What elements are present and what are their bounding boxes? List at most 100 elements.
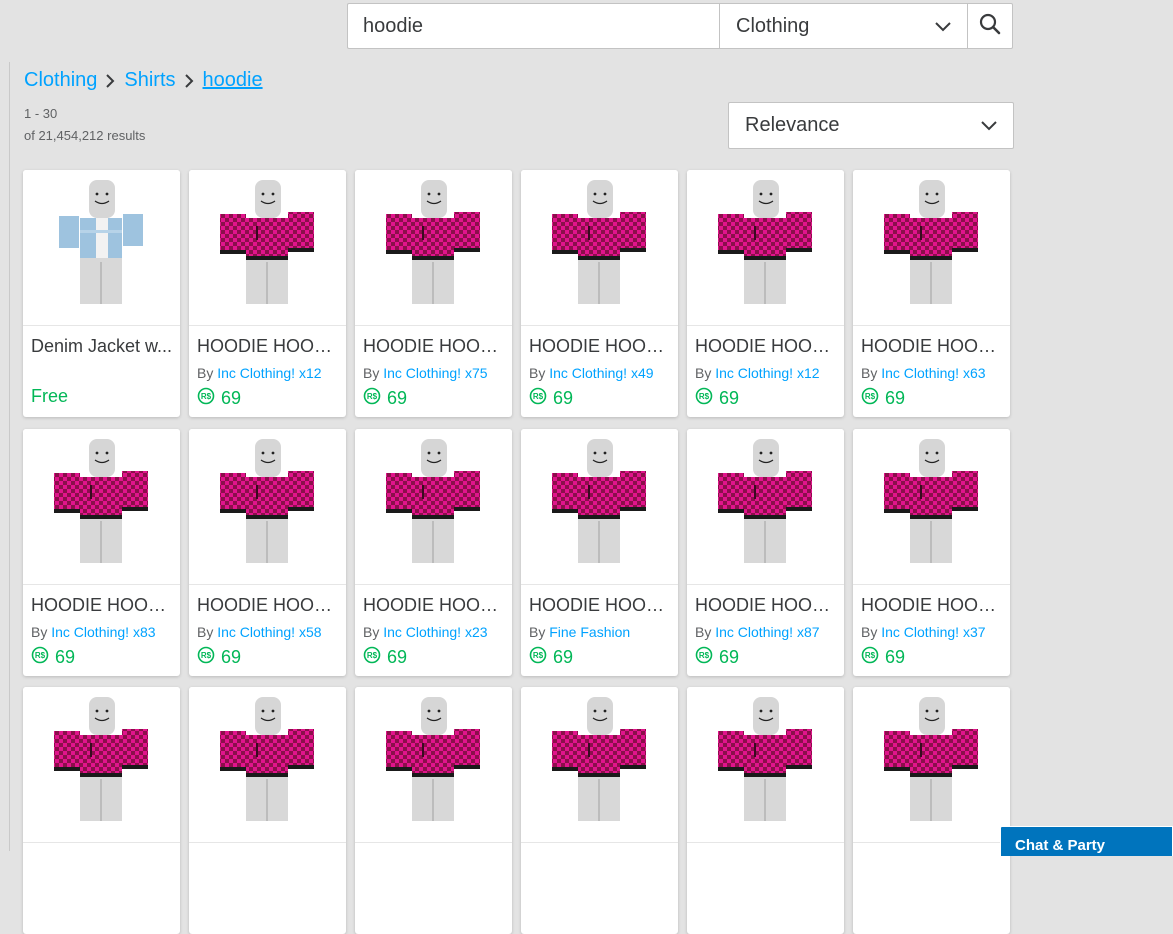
item-card[interactable]: HOODIE HOODI... By Inc Clothing! x83 R$ 69 (23, 429, 180, 676)
item-thumbnail[interactable] (355, 429, 512, 585)
item-thumbnail[interactable] (189, 429, 346, 585)
search-category-dropdown[interactable]: Clothing (719, 3, 967, 49)
chevron-down-icon (981, 114, 997, 137)
item-card[interactable] (189, 687, 346, 934)
creator-by-label: By (529, 365, 550, 381)
item-thumbnail[interactable] (23, 687, 180, 843)
robux-icon: R$ (31, 646, 49, 669)
item-name[interactable]: HOODIE HOODI... (695, 336, 838, 357)
svg-text:R$: R$ (35, 651, 46, 660)
item-thumbnail[interactable] (521, 687, 678, 843)
creator-link[interactable]: Inc Clothing! x23 (383, 624, 487, 640)
creator-by-label: By (861, 624, 882, 640)
svg-text:R$: R$ (533, 392, 544, 401)
item-thumbnail[interactable] (687, 429, 844, 585)
item-creator: By Inc Clothing! x49 (529, 365, 654, 381)
creator-by-label: By (197, 365, 218, 381)
breadcrumb-shirts[interactable]: Shirts (124, 69, 175, 92)
item-thumbnail[interactable] (687, 170, 844, 326)
item-name[interactable]: HOODIE HOODI... (529, 336, 672, 357)
item-thumbnail[interactable] (23, 170, 180, 326)
item-price: R$ 69 (695, 646, 739, 669)
item-thumbnail[interactable] (853, 687, 1010, 843)
item-thumbnail[interactable] (189, 687, 346, 843)
item-card[interactable]: HOODIE HOODI... By Inc Clothing! x23 R$ 69 (355, 429, 512, 676)
item-name[interactable]: HOODIE HOODI... (197, 595, 340, 616)
creator-by-label: By (695, 365, 716, 381)
item-creator: By Inc Clothing! x12 (197, 365, 322, 381)
search-category-label: Clothing (736, 14, 810, 37)
item-thumbnail[interactable] (521, 170, 678, 326)
item-name[interactable]: HOODIE HOODI... (363, 336, 506, 357)
item-card[interactable] (687, 687, 844, 934)
item-card[interactable]: HOODIE HOODI... By Inc Clothing! x12 R$ 69 (189, 170, 346, 417)
svg-text:R$: R$ (699, 651, 710, 660)
robux-icon: R$ (197, 387, 215, 410)
item-card[interactable] (355, 687, 512, 934)
item-thumbnail[interactable] (853, 170, 1010, 326)
item-card[interactable] (521, 687, 678, 934)
item-thumbnail[interactable] (189, 170, 346, 326)
item-thumbnail[interactable] (23, 429, 180, 585)
item-price: R$ 69 (363, 387, 407, 410)
creator-link[interactable]: Inc Clothing! x37 (881, 624, 985, 640)
svg-text:R$: R$ (533, 651, 544, 660)
item-creator: By Inc Clothing! x37 (861, 624, 986, 640)
item-thumbnail[interactable] (355, 687, 512, 843)
item-name[interactable]: HOODIE HOODI... (197, 336, 340, 357)
content-left-border (9, 62, 10, 851)
item-thumbnail[interactable] (687, 687, 844, 843)
robux-icon: R$ (363, 387, 381, 410)
creator-link[interactable]: Inc Clothing! x87 (715, 624, 819, 640)
item-card[interactable]: HOODIE HOODI... By Inc Clothing! x12 R$ 69 (687, 170, 844, 417)
search-input[interactable] (347, 3, 719, 49)
item-thumbnail[interactable] (355, 170, 512, 326)
item-creator: By Inc Clothing! x23 (363, 624, 488, 640)
item-card[interactable]: Denim Jacket w... Free (23, 170, 180, 417)
creator-link[interactable]: Fine Fashion (549, 624, 630, 640)
item-creator: By Inc Clothing! x58 (197, 624, 322, 640)
item-card[interactable]: HOODIE HOODI... By Inc Clothing! x49 R$ 69 (521, 170, 678, 417)
creator-by-label: By (861, 365, 882, 381)
sort-dropdown[interactable]: Relevance (728, 102, 1014, 149)
item-price: R$ 69 (695, 387, 739, 410)
item-card[interactable]: HOODIE HOODI... By Inc Clothing! x63 R$ 69 (853, 170, 1010, 417)
item-card[interactable]: HOODIE HOODI... By Inc Clothing! x37 R$ 69 (853, 429, 1010, 676)
item-name[interactable]: Denim Jacket w... (31, 336, 174, 357)
creator-link[interactable]: Inc Clothing! x49 (549, 365, 653, 381)
breadcrumb-hoodie[interactable]: hoodie (203, 69, 263, 92)
item-card[interactable]: HOODIE HOODI... By Inc Clothing! x58 R$ 69 (189, 429, 346, 676)
item-name[interactable]: HOODIE HOODI... (861, 595, 1004, 616)
price-value: 69 (387, 647, 408, 667)
item-thumbnail[interactable] (853, 429, 1010, 585)
creator-link[interactable]: Inc Clothing! x83 (51, 624, 155, 640)
results-total: of 21,454,212 results (24, 128, 146, 143)
creator-link[interactable]: Inc Clothing! x75 (383, 365, 487, 381)
item-name[interactable]: HOODIE HOODI... (529, 595, 672, 616)
item-card[interactable]: HOODIE HOODI... By Inc Clothing! x75 R$ 69 (355, 170, 512, 417)
chat-party-tab[interactable]: Chat & Party (1000, 826, 1173, 856)
creator-link[interactable]: Inc Clothing! x63 (881, 365, 985, 381)
item-name[interactable]: HOODIE HOODI... (363, 595, 506, 616)
item-card[interactable] (853, 687, 1010, 934)
price-value: 69 (885, 647, 906, 667)
item-card[interactable] (23, 687, 180, 934)
item-name[interactable]: HOODIE HOODI... (31, 595, 174, 616)
svg-text:R$: R$ (201, 651, 212, 660)
item-creator: By Inc Clothing! x87 (695, 624, 820, 640)
catalog-search-bar: Clothing (347, 3, 1013, 49)
creator-link[interactable]: Inc Clothing! x58 (217, 624, 321, 640)
svg-text:R$: R$ (367, 392, 378, 401)
creator-link[interactable]: Inc Clothing! x12 (217, 365, 321, 381)
breadcrumb-clothing[interactable]: Clothing (24, 69, 97, 92)
item-card[interactable]: HOODIE HOODI... By Inc Clothing! x87 R$ 69 (687, 429, 844, 676)
item-name[interactable]: HOODIE HOODI... (695, 595, 838, 616)
item-thumbnail[interactable] (521, 429, 678, 585)
search-button[interactable] (967, 3, 1013, 49)
item-price: R$ 69 (861, 387, 905, 410)
item-name[interactable]: HOODIE HOODI... (861, 336, 1004, 357)
svg-text:R$: R$ (865, 392, 876, 401)
creator-link[interactable]: Inc Clothing! x12 (715, 365, 819, 381)
price-value: Free (31, 386, 69, 406)
item-card[interactable]: HOODIE HOODI... By Fine Fashion R$ 69 (521, 429, 678, 676)
